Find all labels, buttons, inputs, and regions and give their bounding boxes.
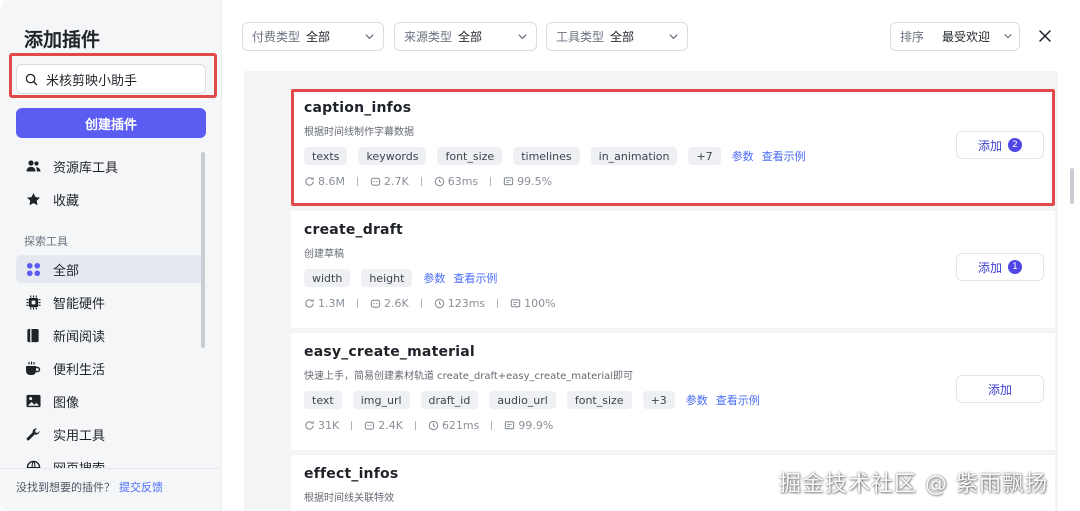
book-icon: [25, 327, 41, 343]
sidebar: 添加插件 米核剪映小助手 创建插件 资源库工具 收藏 探索工具 全部 智能硬件 …: [0, 0, 222, 511]
refresh-icon: [305, 299, 314, 308]
add-label: 添加: [977, 260, 1002, 275]
sidebar-item-utilities[interactable]: 实用工具: [16, 420, 204, 448]
plugin-name: create_draft: [304, 222, 403, 238]
chip-icon: [25, 294, 41, 310]
chevron-down-icon: [518, 34, 527, 40]
plugin-stats: 31K 2.4K 621ms 99.9%: [304, 419, 553, 432]
add-button[interactable]: 添加: [956, 375, 1044, 403]
sidebar-item-label: 收藏: [53, 193, 80, 209]
sidebar-item-library-tools[interactable]: 资源库工具: [16, 152, 204, 180]
bot-icon: [370, 299, 381, 308]
sidebar-item-label: 实用工具: [53, 428, 106, 444]
create-plugin-button[interactable]: 创建插件: [16, 108, 206, 138]
plugin-description: 创建草稿: [304, 249, 344, 260]
chevron-down-icon: [365, 34, 374, 40]
list-scrollbar[interactable]: [1070, 168, 1074, 204]
sidebar-item-label: 图像: [53, 395, 80, 411]
plugin-stats: 1.3M 2.6K 123ms 100%: [304, 297, 556, 310]
sort-value: 最受欢迎: [942, 30, 991, 44]
chevron-down-icon: [1004, 33, 1012, 39]
clock-icon: [428, 420, 439, 431]
filter-value: 全部: [610, 30, 635, 44]
sidebar-item-news[interactable]: 新闻阅读: [16, 321, 204, 349]
people-icon: [25, 158, 41, 174]
view-example-link[interactable]: 查看示例: [716, 392, 760, 408]
add-button[interactable]: 添加 1: [956, 253, 1044, 281]
image-icon: [25, 393, 41, 409]
plugin-params: text img_url draft_id audio_url font_siz…: [304, 391, 768, 409]
stat-latency: 123ms: [447, 297, 486, 310]
sort-select[interactable]: 排序 最受欢迎: [890, 22, 1020, 51]
filter-value: 全部: [306, 30, 331, 44]
sidebar-scrollbar[interactable]: [201, 152, 205, 348]
bot-icon: [365, 421, 375, 430]
param-tag: font_size: [566, 391, 632, 409]
added-count-badge: 1: [1008, 260, 1022, 274]
params-link[interactable]: 参数: [686, 392, 708, 408]
star-icon: [25, 191, 41, 207]
filter-pay-type[interactable]: 付费类型 全部: [242, 22, 384, 51]
add-label: 添加: [987, 382, 1012, 397]
filter-source-type[interactable]: 来源类型 全部: [394, 22, 537, 51]
sidebar-item-label: 全部: [53, 263, 80, 279]
section-label-explore: 探索工具: [24, 235, 68, 248]
refresh-icon: [305, 421, 314, 430]
plugin-params: width height 参数 查看示例: [304, 269, 505, 287]
more-params-tag[interactable]: +3: [642, 391, 675, 409]
stat-uses: 31K: [318, 419, 340, 432]
sidebar-footer: 没找到想要的插件？ 提交反馈: [0, 468, 221, 511]
param-tag: width: [304, 269, 351, 287]
param-tag: height: [361, 269, 413, 287]
message-icon: [510, 299, 521, 308]
add-plugin-dialog: 添加插件 米核剪映小助手 创建插件 资源库工具 收藏 探索工具 全部 智能硬件 …: [0, 0, 1080, 511]
feedback-link[interactable]: 提交反馈: [119, 481, 163, 494]
sidebar-item-all[interactable]: 全部: [16, 255, 204, 283]
stat-users: 2.6K: [383, 297, 409, 310]
plugin-card[interactable]: create_draft 创建草稿 width height 参数 查看示例 1…: [291, 211, 1055, 328]
filter-label: 来源类型: [404, 30, 453, 44]
stat-success-rate: 99.9%: [518, 419, 554, 432]
card-highlight-box: [291, 89, 1055, 206]
chevron-down-icon: [669, 34, 678, 40]
wrench-icon: [25, 426, 41, 442]
sidebar-item-image[interactable]: 图像: [16, 387, 204, 415]
sidebar-item-label: 资源库工具: [53, 160, 119, 176]
stat-success-rate: 100%: [524, 297, 556, 310]
sort-label: 排序: [900, 30, 925, 44]
close-icon[interactable]: [1036, 27, 1054, 45]
plugin-name: easy_create_material: [304, 344, 475, 360]
filter-label: 工具类型: [556, 30, 605, 44]
plugin-description: 快速上手，简易创建素材轨道 create_draft+easy_create_m…: [304, 371, 634, 382]
filter-tool-type[interactable]: 工具类型 全部: [546, 22, 688, 51]
search-highlight-box: [9, 53, 217, 98]
param-tag: audio_url: [489, 391, 556, 409]
sidebar-item-label: 新闻阅读: [53, 329, 106, 345]
view-example-link[interactable]: 查看示例: [453, 270, 497, 286]
sidebar-item-life[interactable]: 便利生活: [16, 354, 204, 382]
sidebar-item-smart-hardware[interactable]: 智能硬件: [16, 288, 204, 316]
params-link[interactable]: 参数: [423, 270, 445, 286]
message-icon: [505, 421, 515, 430]
sidebar-item-label: 便利生活: [53, 362, 106, 378]
stat-uses: 1.3M: [318, 297, 345, 310]
cup-icon: [25, 360, 41, 376]
sidebar-item-label: 智能硬件: [53, 296, 106, 312]
param-tag: img_url: [352, 391, 410, 409]
filter-label: 付费类型: [252, 30, 301, 44]
plugin-card[interactable]: easy_create_material 快速上手，简易创建素材轨道 creat…: [291, 333, 1055, 450]
watermark: 掘金技术社区 @ 紫雨飘扬: [779, 472, 1048, 497]
sidebar-item-favorites[interactable]: 收藏: [16, 185, 204, 213]
footer-text: 没找到想要的插件？: [16, 481, 115, 494]
param-tag: text: [304, 391, 342, 409]
grid-icon: [25, 261, 41, 277]
plugin-name: effect_infos: [304, 466, 399, 482]
plugin-description: 根据时间线关联特效: [304, 493, 394, 504]
filter-value: 全部: [458, 30, 483, 44]
param-tag: draft_id: [420, 391, 479, 409]
clock-icon: [434, 298, 444, 309]
stat-latency: 621ms: [441, 419, 480, 432]
dialog-title: 添加插件: [24, 29, 101, 51]
stat-users: 2.4K: [378, 419, 403, 432]
